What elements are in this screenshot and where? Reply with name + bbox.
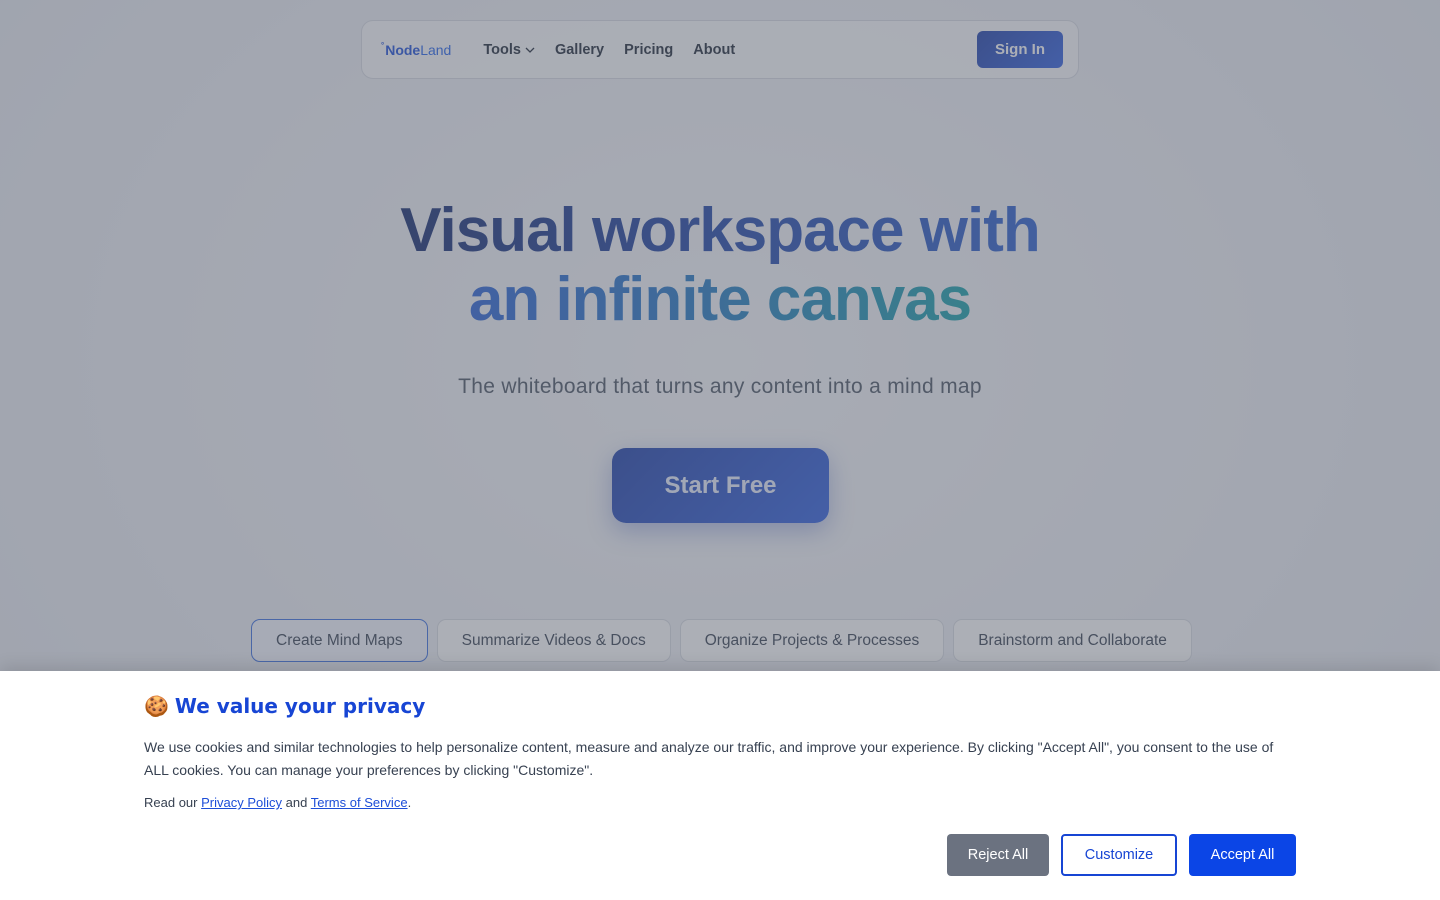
cookie-title-text: We value your privacy bbox=[174, 694, 426, 718]
cookie-links-prefix: Read our bbox=[144, 795, 198, 810]
reject-all-button[interactable]: Reject All bbox=[947, 834, 1049, 876]
terms-of-service-link[interactable]: Terms of Service bbox=[311, 795, 408, 810]
customize-button[interactable]: Customize bbox=[1061, 834, 1177, 876]
accept-all-button[interactable]: Accept All bbox=[1189, 834, 1296, 876]
cookie-policy-links: Read our Privacy Policy and Terms of Ser… bbox=[144, 795, 411, 810]
cookie-icon: 🍪 bbox=[144, 694, 169, 718]
cookie-links-suffix: . bbox=[407, 795, 412, 810]
cookie-banner: 🍪 We value your privacy We use cookies a… bbox=[0, 671, 1440, 900]
cookie-title: 🍪 We value your privacy bbox=[144, 694, 425, 718]
cookie-links-and: and bbox=[285, 795, 308, 810]
privacy-policy-link[interactable]: Privacy Policy bbox=[201, 795, 282, 810]
cookie-description: We use cookies and similar technologies … bbox=[144, 739, 1274, 778]
